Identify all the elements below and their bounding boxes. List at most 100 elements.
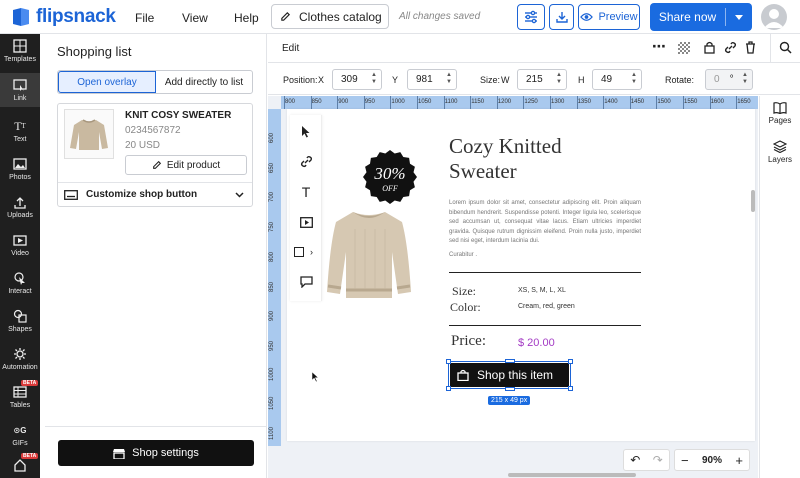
dimension-tooltip: 215 x 49 px bbox=[488, 396, 531, 405]
width-input[interactable]: 215 ▲ ▼ bbox=[517, 69, 567, 90]
ruler-h-label: 1400 bbox=[604, 99, 618, 105]
share-now-button[interactable]: Share now bbox=[650, 3, 752, 31]
chevron-right-icon: › bbox=[310, 247, 313, 257]
rail-home[interactable]: BETA bbox=[0, 453, 40, 475]
vertical-scrollbar[interactable] bbox=[751, 190, 755, 212]
history-controls: ↶ ↷ bbox=[623, 449, 670, 471]
video-icon bbox=[299, 216, 313, 228]
shop-this-item-button[interactable]: Shop this item bbox=[450, 363, 569, 387]
discount-badge[interactable]: 30% OFF bbox=[362, 149, 418, 205]
comment-icon bbox=[299, 276, 313, 288]
shop-settings-button[interactable]: Shop settings bbox=[58, 440, 254, 466]
y-input[interactable]: 981 ▲ ▼ bbox=[407, 69, 457, 90]
rotate-label: Rotate: bbox=[665, 75, 695, 85]
editor-canvas[interactable]: 800 850 900 950 1000 1050 1100 1150 1200 1250 1300… bbox=[268, 96, 758, 478]
ruler-h-tick bbox=[550, 96, 551, 109]
width-stepper[interactable]: ▲ ▼ bbox=[556, 72, 562, 86]
download-button[interactable] bbox=[549, 4, 574, 30]
price-title: Price: bbox=[451, 333, 486, 349]
selection-frame[interactable]: Shop this item bbox=[446, 359, 573, 391]
search-icon[interactable] bbox=[779, 41, 792, 59]
rail-gifs[interactable]: ⊙G GIFs bbox=[0, 422, 40, 448]
height-stepper[interactable]: ▲ ▼ bbox=[631, 72, 637, 86]
rotate-input[interactable]: 0 ° ▲ ▼ bbox=[705, 69, 753, 90]
rail-uploads[interactable]: Uploads bbox=[0, 194, 40, 219]
resize-handle-br[interactable] bbox=[568, 386, 573, 391]
y-stepper[interactable]: ▲ ▼ bbox=[446, 72, 452, 86]
product-sku: 0234567872 bbox=[125, 125, 181, 136]
text-icon: TT bbox=[14, 118, 26, 133]
sweater-image[interactable] bbox=[320, 204, 418, 304]
flipsnack-logo[interactable]: flipsnack bbox=[10, 6, 116, 28]
select-tool[interactable] bbox=[290, 117, 322, 145]
catalog-page[interactable]: 30% OFF Cozy Knitted Sweater Lorem ipsum… bbox=[287, 109, 755, 441]
link-chain-icon[interactable] bbox=[724, 41, 737, 59]
home-beta-badge: BETA bbox=[21, 453, 39, 459]
x-value: 309 bbox=[341, 74, 358, 85]
tab-add-directly[interactable]: Add directly to list bbox=[156, 71, 252, 93]
resize-handle-top[interactable] bbox=[505, 359, 515, 363]
resize-handle-bl[interactable] bbox=[446, 386, 451, 391]
x-input[interactable]: 309 ▲ ▼ bbox=[332, 69, 382, 90]
trash-icon[interactable] bbox=[745, 41, 756, 59]
ruler-h-tick bbox=[363, 96, 365, 109]
rotate-stepper[interactable]: ▲ ▼ bbox=[742, 72, 748, 86]
rail-interact[interactable]: Interact bbox=[0, 270, 40, 295]
rail-text[interactable]: TT Text bbox=[0, 118, 40, 144]
x-stepper[interactable]: ▲ ▼ bbox=[371, 72, 377, 86]
zoom-controls: − 90% + bbox=[674, 449, 750, 471]
more-options-icon[interactable]: ⋯ bbox=[652, 38, 667, 55]
avatar-icon bbox=[764, 9, 784, 28]
ruler-h-label: 1500 bbox=[657, 99, 671, 105]
transparency-icon[interactable] bbox=[678, 42, 690, 54]
resize-handle-tr[interactable] bbox=[568, 359, 573, 364]
document-title-field[interactable]: Clothes catalog bbox=[271, 4, 389, 29]
undo-icon[interactable]: ↶ bbox=[630, 453, 640, 467]
link-tool[interactable] bbox=[290, 147, 322, 175]
customize-shop-button-row[interactable]: Customize shop button bbox=[58, 182, 252, 206]
horizontal-scrollbar[interactable] bbox=[508, 473, 636, 477]
layers-button[interactable]: Layers bbox=[760, 140, 800, 164]
resize-handle-bottom[interactable] bbox=[505, 387, 515, 391]
preview-button[interactable]: Preview bbox=[578, 4, 640, 30]
user-avatar[interactable] bbox=[761, 4, 787, 30]
height-input[interactable]: 49 ▲ ▼ bbox=[592, 69, 642, 90]
rail-video[interactable]: Video bbox=[0, 232, 40, 257]
menu-file[interactable]: File bbox=[135, 11, 154, 25]
rail-label-uploads: Uploads bbox=[7, 212, 33, 219]
rail-link[interactable]: Link bbox=[0, 73, 40, 107]
text-tool-icon[interactable]: T bbox=[290, 178, 322, 206]
rail-templates[interactable]: Templates bbox=[0, 38, 40, 63]
resize-handle-tl[interactable] bbox=[446, 359, 451, 364]
panel-title: Shopping list bbox=[57, 44, 132, 59]
video-tool[interactable] bbox=[290, 208, 322, 236]
menu-help[interactable]: Help bbox=[234, 11, 259, 25]
badge-percent: 30% bbox=[373, 164, 405, 183]
color-title: Color: bbox=[450, 300, 481, 314]
comment-tool[interactable] bbox=[290, 268, 322, 296]
tab-open-overlay[interactable]: Open overlay bbox=[58, 71, 156, 93]
zoom-in-button[interactable]: + bbox=[735, 453, 743, 468]
pages-button[interactable]: Pages bbox=[760, 102, 800, 125]
settings-sliders-button[interactable] bbox=[517, 4, 545, 30]
redo-icon[interactable]: ↷ bbox=[653, 453, 663, 467]
shopping-bag-icon bbox=[457, 369, 469, 381]
left-tool-rail: Templates Link TT Text Photos Uploads Vi… bbox=[0, 34, 40, 478]
edit-product-button[interactable]: Edit product bbox=[125, 155, 247, 175]
zoom-out-button[interactable]: − bbox=[681, 453, 689, 468]
zoom-value[interactable]: 90% bbox=[702, 455, 722, 466]
share-dropdown-caret[interactable] bbox=[726, 14, 752, 20]
rail-automation[interactable]: Automation bbox=[0, 346, 40, 371]
rail-shapes[interactable]: Shapes bbox=[0, 308, 40, 333]
ruler-h-label: 1300 bbox=[551, 99, 565, 105]
home-icon bbox=[14, 459, 26, 472]
product-description: Lorem ipsum dolor sit amet, consectetur … bbox=[449, 200, 641, 244]
shape-tool[interactable]: › bbox=[290, 238, 322, 266]
rail-tables[interactable]: Tables BETA bbox=[0, 380, 40, 409]
rail-photos[interactable]: Photos bbox=[0, 156, 40, 181]
lock-icon[interactable] bbox=[704, 41, 715, 59]
ruler-h-label: 1050 bbox=[418, 99, 432, 105]
canvas-bottom-bar: ↶ ↷ − 90% + bbox=[268, 446, 758, 478]
ruler-h-label: 1000 bbox=[391, 99, 405, 105]
menu-view[interactable]: View bbox=[182, 11, 208, 25]
